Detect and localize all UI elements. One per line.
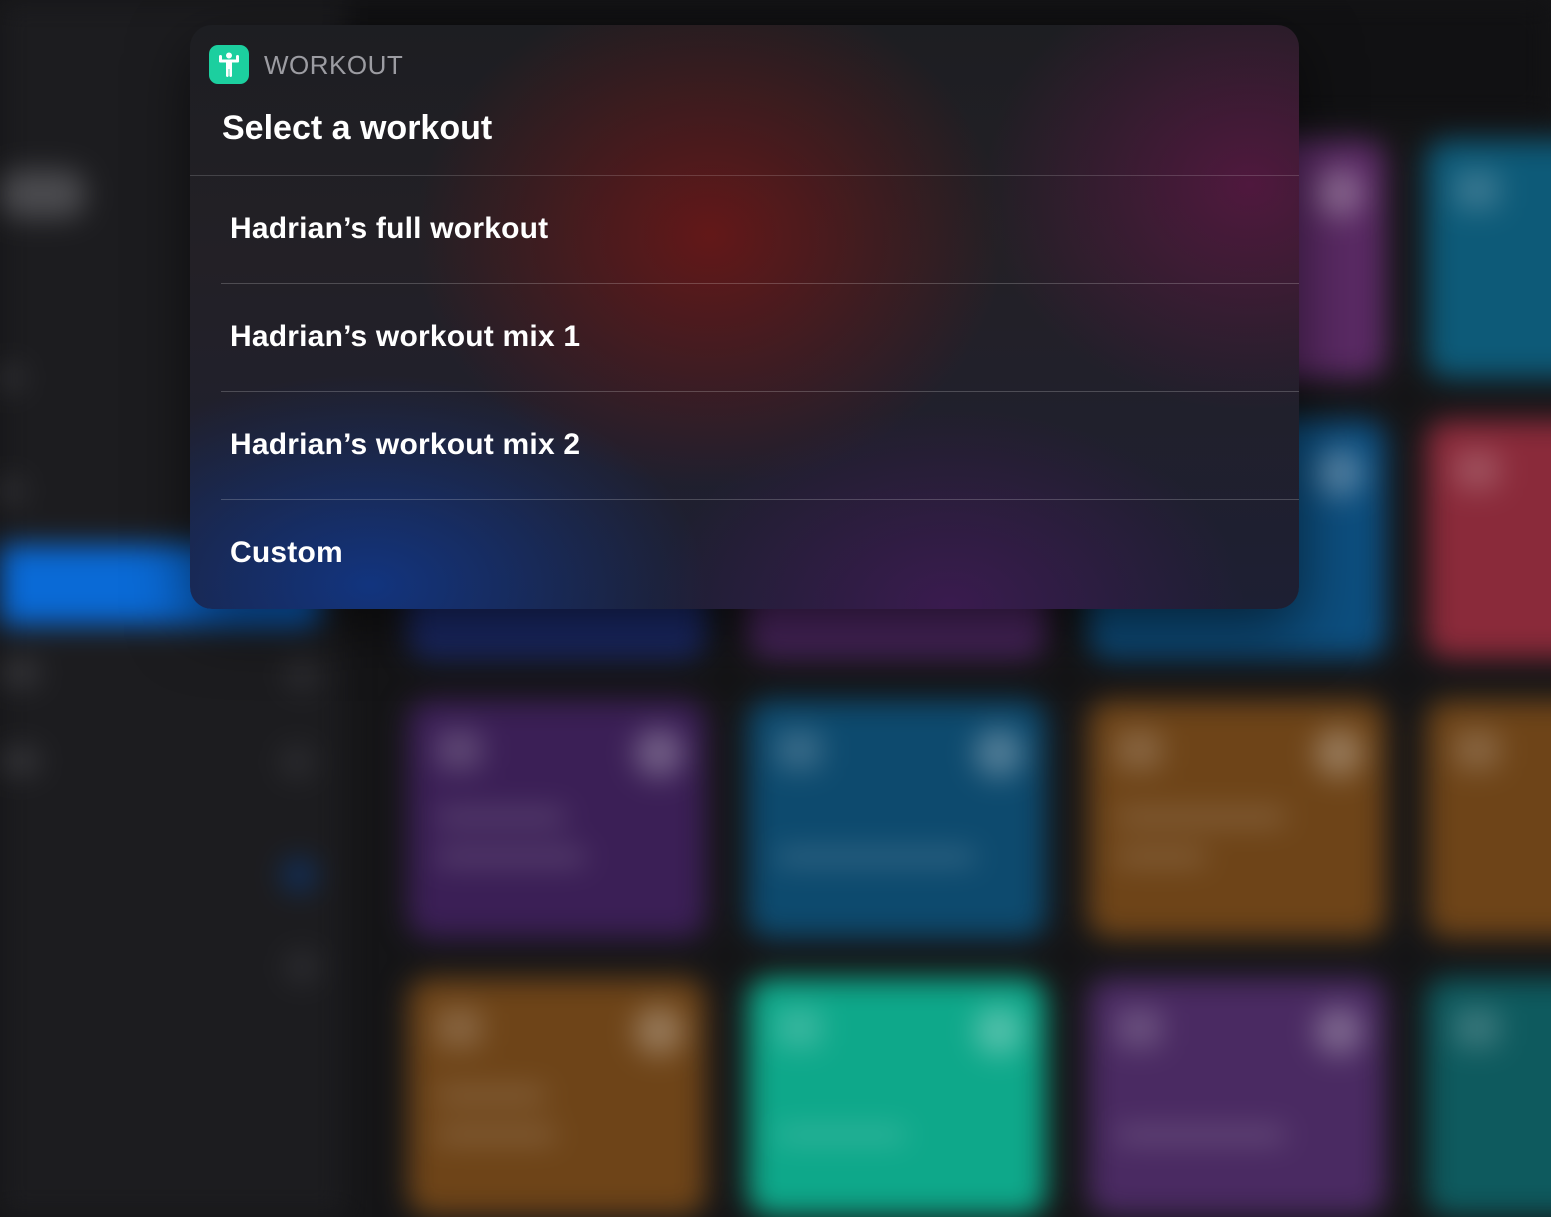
background-shortcut-tile — [1426, 700, 1551, 938]
background-shortcut-tile — [1088, 700, 1386, 938]
workout-option-mix-1[interactable]: Hadrian’s workout mix 1 — [190, 284, 1299, 392]
background-sidebar-item — [0, 365, 22, 391]
sheet-header: WORKOUT Select a workout — [190, 25, 1299, 175]
option-label: Hadrian’s workout mix 2 — [230, 428, 581, 461]
background-sidebar-count — [285, 658, 319, 692]
background-shortcut-tile — [748, 978, 1046, 1216]
background-sidebar-count — [285, 950, 319, 984]
background-sidebar-item — [0, 478, 22, 504]
workout-option-custom[interactable]: Custom — [190, 500, 1299, 608]
workout-selection-sheet: WORKOUT Select a workout Hadrian’s full … — [190, 25, 1299, 609]
background-shortcut-tile — [1426, 978, 1551, 1216]
option-label: Custom — [230, 536, 343, 569]
background-shortcut-tile — [1426, 140, 1551, 378]
workout-option-full-workout[interactable]: Hadrian’s full workout — [190, 176, 1299, 284]
background-shortcut-tile — [748, 700, 1046, 938]
screen: WORKOUT Select a workout Hadrian’s full … — [0, 0, 1551, 1217]
background-shortcut-tile — [408, 978, 706, 1216]
option-label: Hadrian’s full workout — [230, 212, 549, 245]
workout-option-mix-2[interactable]: Hadrian’s workout mix 2 — [190, 392, 1299, 500]
workout-options-list: Hadrian’s full workout Hadrian’s workout… — [190, 176, 1299, 608]
workout-figure-icon — [209, 45, 249, 84]
option-label: Hadrian’s workout mix 1 — [230, 320, 581, 353]
sheet-title: Select a workout — [222, 109, 493, 147]
background-sidebar-count — [280, 745, 314, 779]
background-sidebar-item — [0, 748, 40, 774]
background-sidebar-title — [0, 170, 85, 218]
background-sidebar-count — [282, 858, 316, 892]
background-shortcut-tile — [1426, 420, 1551, 658]
background-shortcut-tile — [1088, 978, 1386, 1216]
app-name: WORKOUT — [264, 50, 404, 80]
background-shortcut-tile — [408, 700, 706, 938]
background-sidebar-item — [0, 660, 40, 686]
